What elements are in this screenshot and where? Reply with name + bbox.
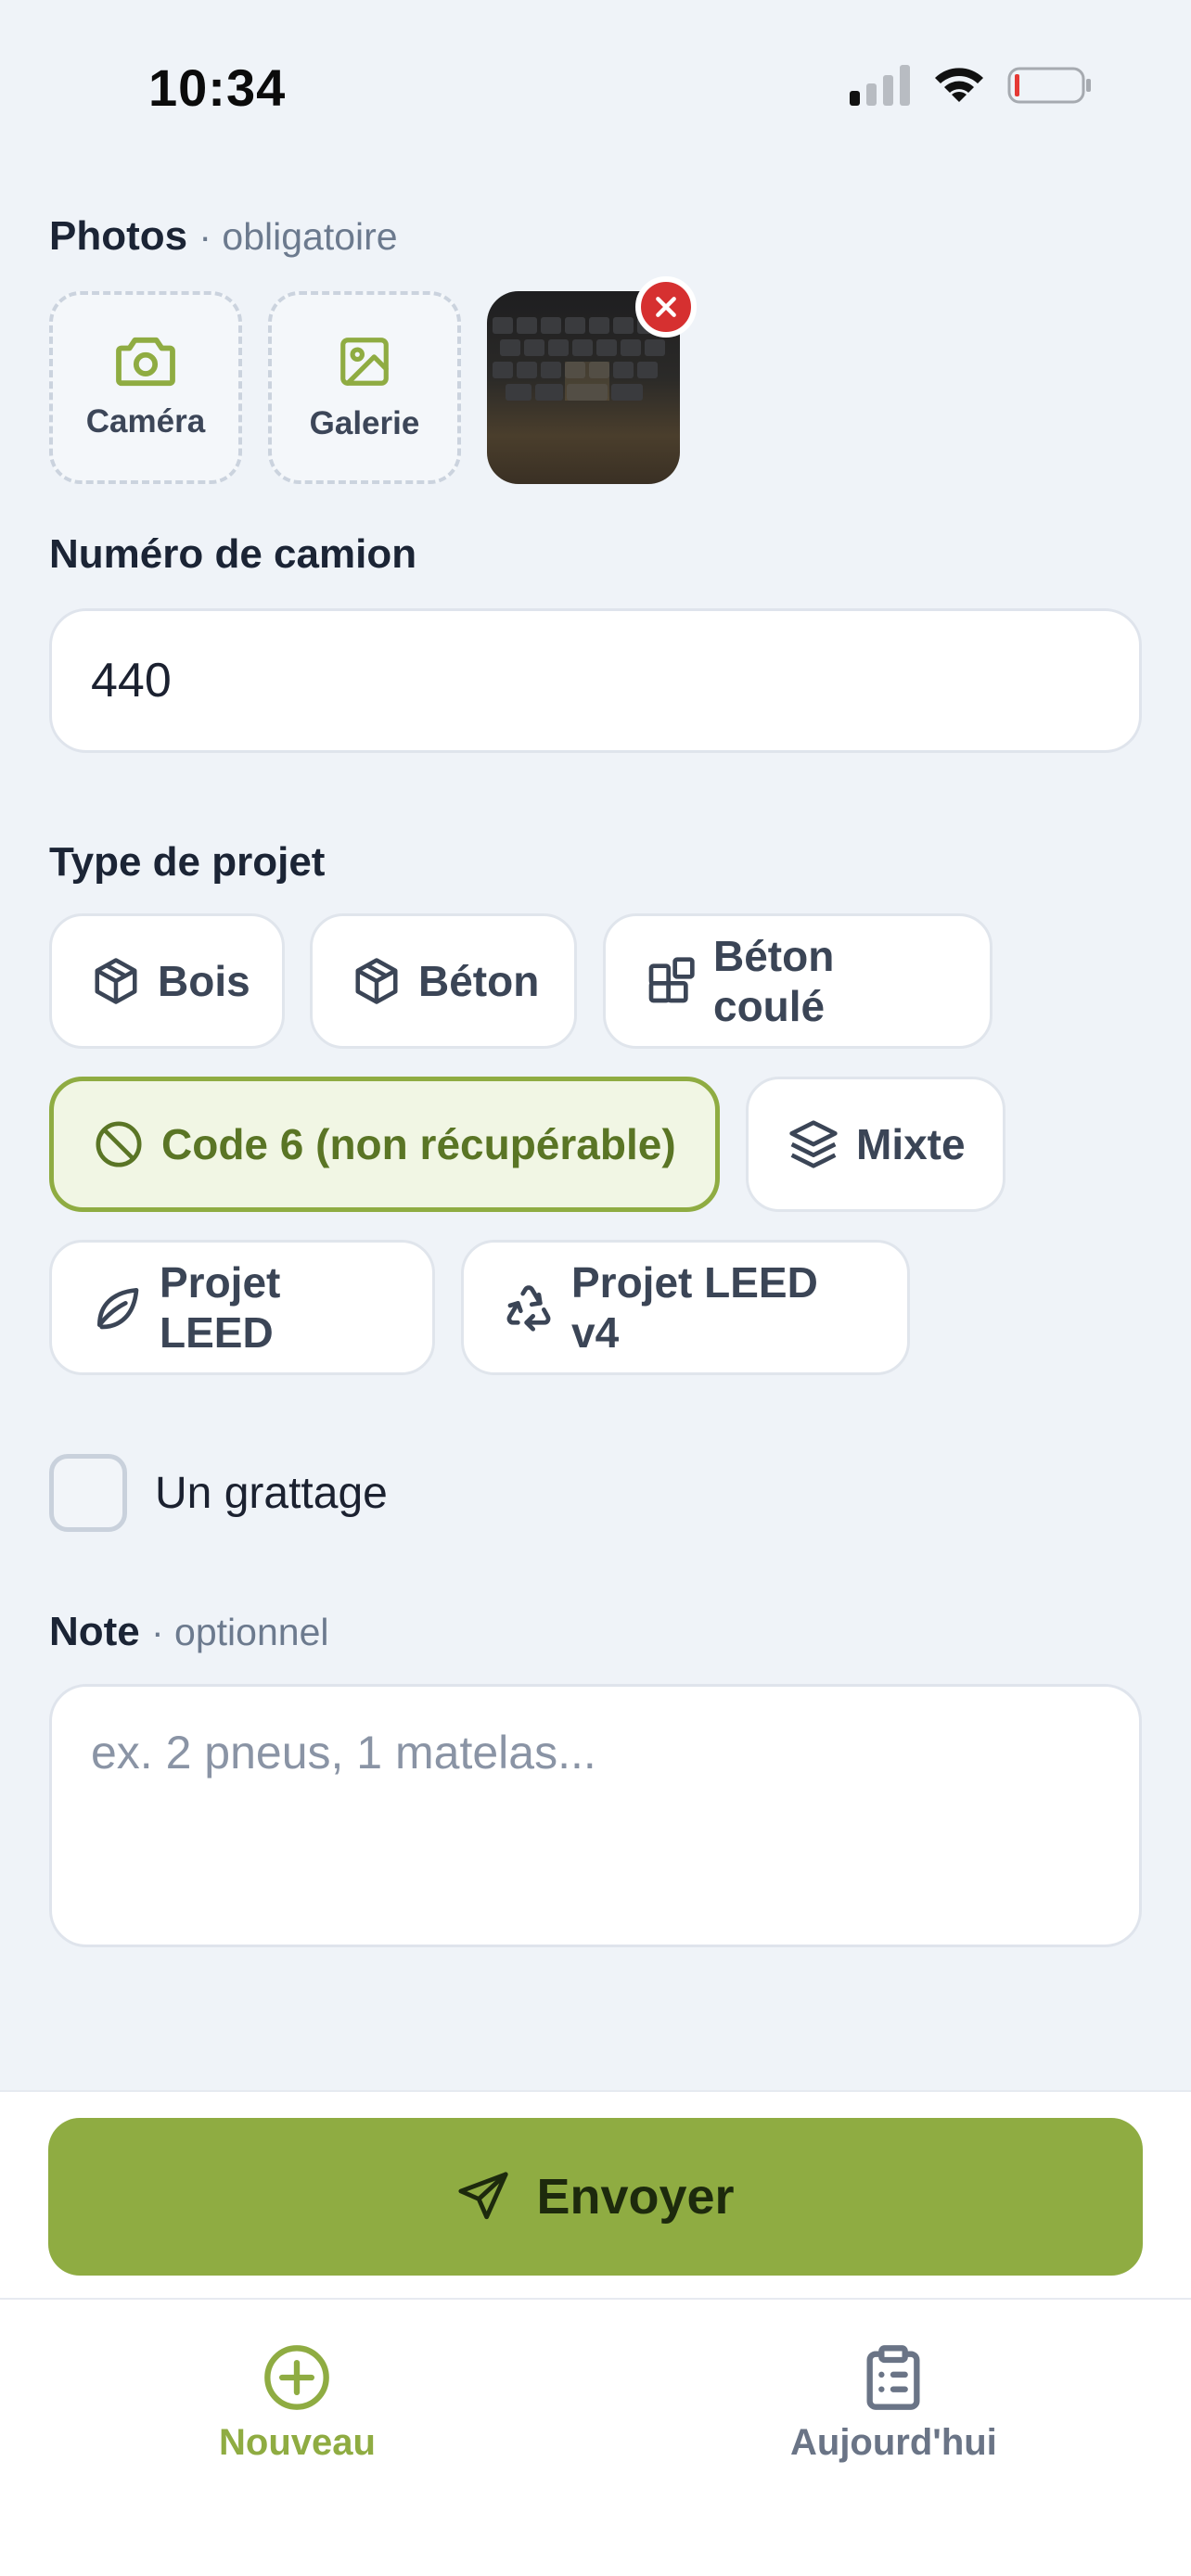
project-type-label: Type de projet: [49, 839, 326, 885]
project-type-option-bois[interactable]: Bois: [49, 913, 285, 1049]
ban-icon: [96, 1121, 142, 1167]
project-type-option-mixte[interactable]: Mixte: [746, 1077, 1005, 1212]
blocks-icon: [648, 957, 695, 1003]
close-icon: [656, 297, 676, 317]
footer: Envoyer Nouveau Aujourd'hui: [0, 2090, 1191, 2576]
project-type-option-beton-coule[interactable]: Béton coulé: [603, 913, 992, 1049]
tab-aujourdhui[interactable]: Aujourd'hui: [790, 2342, 997, 2464]
note-optional-hint: · optionnel: [151, 1611, 329, 1653]
leaf-icon: [97, 1288, 139, 1330]
tab-bar-divider: [0, 2298, 1191, 2300]
note-label: Note · optionnel: [49, 1609, 329, 1654]
remove-photo-button[interactable]: [635, 276, 697, 338]
wifi-icon: [935, 68, 983, 102]
note-textarea[interactable]: ex. 2 pneus, 1 matelas...: [49, 1684, 1142, 1947]
camera-label: Caméra: [85, 403, 206, 440]
truck-number-value: 440: [91, 654, 172, 708]
scraping-label: Un grattage: [155, 1468, 388, 1518]
clipboard-list-icon: [866, 2345, 920, 2410]
status-icons: [850, 65, 1093, 106]
send-label: Envoyer: [536, 2169, 735, 2225]
scraping-row[interactable]: Un grattage: [49, 1454, 388, 1532]
scraping-checkbox[interactable]: [49, 1454, 127, 1532]
layers-icon: [789, 1120, 838, 1168]
note-placeholder: ex. 2 pneus, 1 matelas...: [91, 1727, 596, 1779]
battery-icon: [1007, 67, 1091, 104]
photo-thumbnail[interactable]: [487, 276, 697, 484]
gallery-button[interactable]: Galerie: [268, 291, 461, 484]
project-type-option-code-6[interactable]: Code 6 (non récupérable): [49, 1077, 720, 1212]
photos-label: Photos · obligatoire: [49, 213, 398, 259]
truck-number-label: Numéro de camion: [49, 531, 417, 577]
project-type-option-projet-leed-v4[interactable]: Projet LEED v4: [461, 1240, 910, 1375]
recycle-icon: [506, 1285, 551, 1332]
tab-nouveau-label: Nouveau: [219, 2422, 376, 2463]
cellular-signal-icon: [850, 65, 910, 106]
status-bar: 10:34: [0, 0, 1191, 176]
status-time: 10:34: [148, 58, 287, 117]
project-type-option-projet-leed[interactable]: Projet LEED: [49, 1240, 435, 1375]
gallery-label: Galerie: [309, 405, 420, 441]
image-icon: [340, 338, 389, 386]
box-icon: [95, 958, 137, 1004]
plus-circle-icon: [264, 2345, 330, 2410]
camera-button[interactable]: Caméra: [49, 291, 242, 484]
tab-aujourdhui-label: Aujourd'hui: [790, 2422, 997, 2463]
send-button[interactable]: Envoyer: [48, 2118, 1143, 2276]
tab-nouveau[interactable]: Nouveau: [219, 2342, 376, 2464]
send-icon: [458, 2172, 509, 2220]
photos-row: Caméra Galerie: [49, 276, 697, 484]
project-type-option-beton[interactable]: Béton: [310, 913, 577, 1049]
photos-required-hint: · obligatoire: [198, 215, 398, 258]
box-icon: [355, 958, 398, 1004]
camera-icon: [116, 337, 175, 387]
truck-number-input[interactable]: 440: [49, 608, 1142, 753]
